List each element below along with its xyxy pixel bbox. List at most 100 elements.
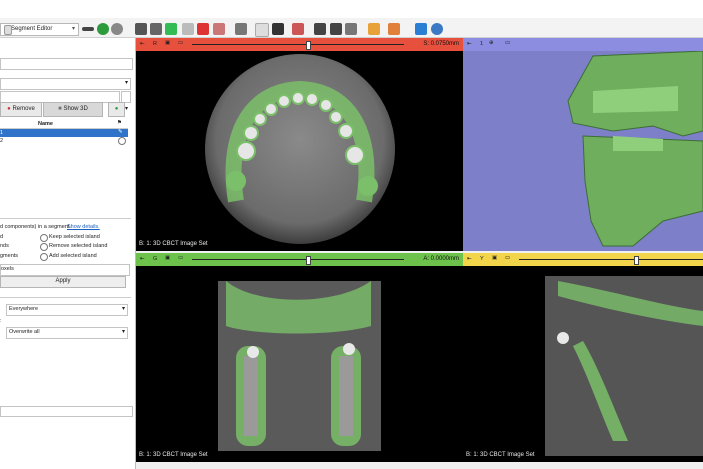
yellow-slice-controller: ⇤ Y ▣ ▭ bbox=[463, 253, 703, 266]
module-panel: ▾ ● Remove ■ Show 3D ● ▾ Name ⚑ 1 ✎ 2 d … bbox=[0, 38, 136, 469]
history-back-icon[interactable] bbox=[97, 23, 109, 35]
link-icon[interactable]: ▣ bbox=[492, 255, 497, 261]
master-volume-selector[interactable]: ▾ bbox=[0, 78, 131, 90]
option-label[interactable]: nds bbox=[0, 243, 9, 249]
chevron-down-icon: ▾ bbox=[124, 80, 128, 86]
cube-icon: ■ bbox=[58, 106, 62, 112]
layout-icon[interactable] bbox=[292, 23, 304, 35]
view-number: 1 bbox=[480, 41, 484, 47]
segment-table-header: Name ⚑ bbox=[0, 120, 128, 129]
pin-icon[interactable]: ⇤ bbox=[467, 256, 472, 262]
segment-name: 1 bbox=[0, 130, 4, 136]
place-fiducial-icon[interactable] bbox=[272, 23, 284, 35]
slice-slider-handle[interactable] bbox=[306, 256, 311, 265]
extensions-icon[interactable] bbox=[388, 23, 400, 35]
red-slice-controller: ⇤ R ▣ ▭ S: 0.0750mm bbox=[136, 38, 463, 51]
transforms-icon[interactable] bbox=[182, 23, 194, 35]
pin-icon[interactable]: ⇤ bbox=[140, 41, 145, 47]
pointer-icon[interactable] bbox=[255, 23, 269, 37]
crosshair-link-icon[interactable] bbox=[345, 23, 357, 35]
slice-slider-handle[interactable] bbox=[306, 41, 311, 50]
view-annotation: B: 1: 3D CBCT Image Set bbox=[466, 452, 535, 458]
overwrite-label: : bbox=[0, 318, 2, 324]
coronal-ct-image bbox=[218, 281, 381, 451]
history-forward-icon[interactable] bbox=[111, 23, 123, 35]
remove-segment-button[interactable]: ● Remove bbox=[0, 102, 42, 117]
show3d-label: Show 3D bbox=[63, 106, 88, 112]
keep-island-label: Keep selected island bbox=[49, 234, 100, 240]
markups-icon[interactable] bbox=[197, 23, 209, 35]
slice-view-icon[interactable] bbox=[330, 23, 342, 35]
volumes-icon[interactable] bbox=[150, 23, 162, 35]
segment-row[interactable]: 2 bbox=[0, 137, 128, 145]
center-view-icon[interactable]: ⊕ bbox=[489, 40, 494, 46]
threed-view-controller: ⇤ 1 ⊕ ▭ bbox=[463, 38, 703, 51]
extension-manager-icon[interactable] bbox=[415, 23, 427, 35]
option-label[interactable]: gments bbox=[0, 253, 18, 259]
data-icon[interactable] bbox=[135, 23, 147, 35]
view-letter: Y bbox=[480, 256, 484, 262]
crosshair-icon[interactable] bbox=[368, 23, 380, 35]
segment-row[interactable]: 1 ✎ bbox=[0, 129, 128, 137]
apply-button[interactable]: Apply bbox=[0, 276, 126, 288]
slice-slider-track[interactable] bbox=[519, 259, 703, 260]
title-area bbox=[0, 0, 703, 18]
module-name: Segment Editor bbox=[11, 26, 53, 32]
screenshot-icon[interactable] bbox=[235, 23, 247, 35]
help-field[interactable] bbox=[0, 406, 133, 417]
red-slice-view[interactable]: B: 1: 3D CBCT Image Set bbox=[136, 51, 463, 251]
yellow-slice-view[interactable]: B: 1: 3D CBCT Image Set bbox=[463, 266, 703, 462]
view-letter: R bbox=[153, 41, 157, 47]
view-layout-icon[interactable]: ▭ bbox=[178, 40, 183, 46]
show3d-button[interactable]: ■ Show 3D bbox=[43, 102, 103, 117]
green-slice-view[interactable]: B: 1: 3D CBCT Image Set bbox=[136, 266, 463, 462]
chevron-down-icon: ▾ bbox=[121, 329, 125, 335]
editable-area-select[interactable]: Everywhere ▾ bbox=[6, 304, 128, 316]
segment-actions-button[interactable]: ● bbox=[108, 102, 125, 117]
column-name: Name bbox=[38, 121, 53, 127]
camera-icon[interactable] bbox=[314, 23, 326, 35]
remove-island-radio[interactable] bbox=[40, 243, 48, 251]
axial-ct-image bbox=[205, 54, 395, 244]
slice-offset: A: 0.0000mm bbox=[423, 256, 459, 262]
remove-label: Remove bbox=[12, 106, 35, 112]
keep-island-radio[interactable] bbox=[40, 234, 48, 242]
chevron-down-icon: ▾ bbox=[125, 106, 129, 112]
green-slice-controller: ⇤ G ▣ ▭ A: 0.0000mm bbox=[136, 253, 463, 266]
module-menu-icon[interactable] bbox=[82, 27, 94, 31]
python-icon[interactable] bbox=[431, 23, 443, 35]
option-label[interactable]: d bbox=[0, 234, 3, 240]
sagittal-ct-image bbox=[545, 276, 703, 456]
show-details-link[interactable]: Show details. bbox=[67, 224, 100, 230]
view-layout-icon[interactable]: ▭ bbox=[505, 40, 510, 46]
add-island-label: Add selected island bbox=[49, 253, 97, 259]
segmentation-selector[interactable] bbox=[0, 58, 133, 70]
minimum-size-field[interactable]: oxels bbox=[0, 264, 130, 276]
link-icon[interactable]: ▣ bbox=[165, 40, 170, 46]
arrow-right-icon: ● bbox=[114, 106, 119, 112]
overwrite-select[interactable]: Overwrite all ▾ bbox=[6, 327, 128, 339]
slice-slider-track[interactable] bbox=[192, 259, 404, 260]
divider bbox=[0, 218, 131, 219]
threed-view[interactable] bbox=[463, 51, 703, 251]
view-letter: G bbox=[153, 256, 158, 262]
view-layout-icon[interactable]: ▭ bbox=[505, 255, 510, 261]
remove-icon: ● bbox=[7, 106, 11, 112]
slice-slider-handle[interactable] bbox=[634, 256, 639, 265]
overwrite-value: Overwrite all bbox=[9, 329, 40, 335]
add-island-radio[interactable] bbox=[40, 253, 48, 261]
flag-icon: ⚑ bbox=[117, 120, 122, 126]
slice-offset: S: 0.0750mm bbox=[423, 41, 459, 47]
view-layout-icon[interactable]: ▭ bbox=[178, 255, 183, 261]
link-icon[interactable]: ▣ bbox=[165, 255, 170, 261]
models-icon[interactable] bbox=[165, 23, 177, 35]
editable-area-value: Everywhere bbox=[9, 306, 39, 312]
slice-slider-track[interactable] bbox=[192, 44, 404, 45]
pin-icon[interactable]: ⇤ bbox=[140, 256, 145, 262]
pin-icon[interactable]: ⇤ bbox=[467, 41, 472, 47]
view-annotation: B: 1: 3D CBCT Image Set bbox=[139, 241, 208, 247]
view-annotation: B: 1: 3D CBCT Image Set bbox=[139, 452, 208, 458]
chevron-down-icon: ▾ bbox=[71, 26, 75, 32]
segment-editor-icon[interactable] bbox=[213, 23, 225, 35]
chevron-down-icon: ▾ bbox=[121, 306, 125, 312]
